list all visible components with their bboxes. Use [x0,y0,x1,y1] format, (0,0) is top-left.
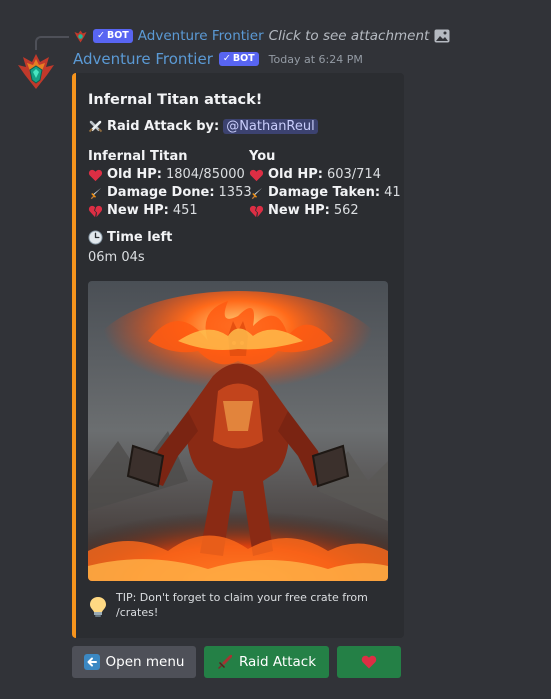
user-mention[interactable]: @NathanReul [223,119,318,134]
red-heart-icon [88,169,103,181]
raid-attack-label: Raid Attack by: [107,119,220,134]
player-damage: 41 [384,185,401,200]
raid-attack-button[interactable]: Raid Attack [204,646,329,678]
lightbulb-icon [90,597,106,617]
dagger-icon [90,187,102,199]
action-buttons: Open menu Raid Attack [72,646,401,678]
embed-card: Infernal Titan attack! Raid Attack by: @… [72,73,404,638]
bot-avatar-mini-icon [74,30,87,42]
bot-avatar[interactable] [15,51,57,93]
bot-tag: ✓ BOT [218,52,259,66]
broken-heart-icon [249,205,264,217]
boss-damage: 1353 [218,185,252,200]
image-attachment-icon [434,29,450,43]
crossed-swords-icon [88,120,103,133]
heart-icon [361,655,377,669]
dagger-icon [251,187,263,199]
raid-attack-line: Raid Attack by: @NathanReul [88,119,318,134]
red-heart-icon [249,169,264,181]
reply-text[interactable]: Click to see attachment [269,28,430,44]
infernal-titan-image[interactable] [88,281,388,581]
embed-footer: TIP: Don't forget to claim your free cra… [88,590,388,620]
message-header: Adventure Frontier ✓ BOT Today at 6:24 P… [73,50,363,68]
check-icon: ✓ [222,53,231,64]
arrow-left-icon [83,654,100,670]
boss-new-hp: 451 [172,203,198,218]
sword-icon [217,655,232,669]
time-left-value: 06m 04s [88,250,145,265]
boss-name: Infernal Titan [88,149,188,164]
boss-old-hp: 1804/85000 [165,167,245,182]
heart-button[interactable] [337,646,401,678]
boss-field: Infernal Titan Old HP: 1804/85000 Damage… [88,149,252,218]
check-icon: ✓ [97,30,105,41]
player-new-hp: 562 [333,203,359,218]
time-left-field: Time left 06m 04s [88,228,172,268]
message-timestamp[interactable]: Today at 6:24 PM [269,53,363,66]
raid-attack-label: Raid Attack [238,654,317,670]
bot-tag: ✓ BOT [93,29,133,43]
player-old-hp: 603/714 [326,167,381,182]
reply-author[interactable]: Adventure Frontier [138,28,264,44]
embed-title: Infernal Titan attack! [88,92,263,108]
message-author[interactable]: Adventure Frontier [73,50,213,68]
broken-heart-icon [88,205,103,217]
footer-tip-text: TIP: Don't forget to claim your free cra… [116,591,368,619]
player-field: You Old HP: 603/714 Damage Taken: 41 New… [249,149,401,218]
reply-preview[interactable]: ✓ BOT Adventure Frontier Click to see at… [73,27,450,45]
clock-icon [88,229,103,245]
open-menu-button[interactable]: Open menu [72,646,196,678]
infernal-titan-illustration [88,281,388,581]
player-name: You [249,149,276,164]
open-menu-label: Open menu [105,654,185,670]
reply-connector [35,36,69,50]
time-left-label: Time left [107,229,173,245]
